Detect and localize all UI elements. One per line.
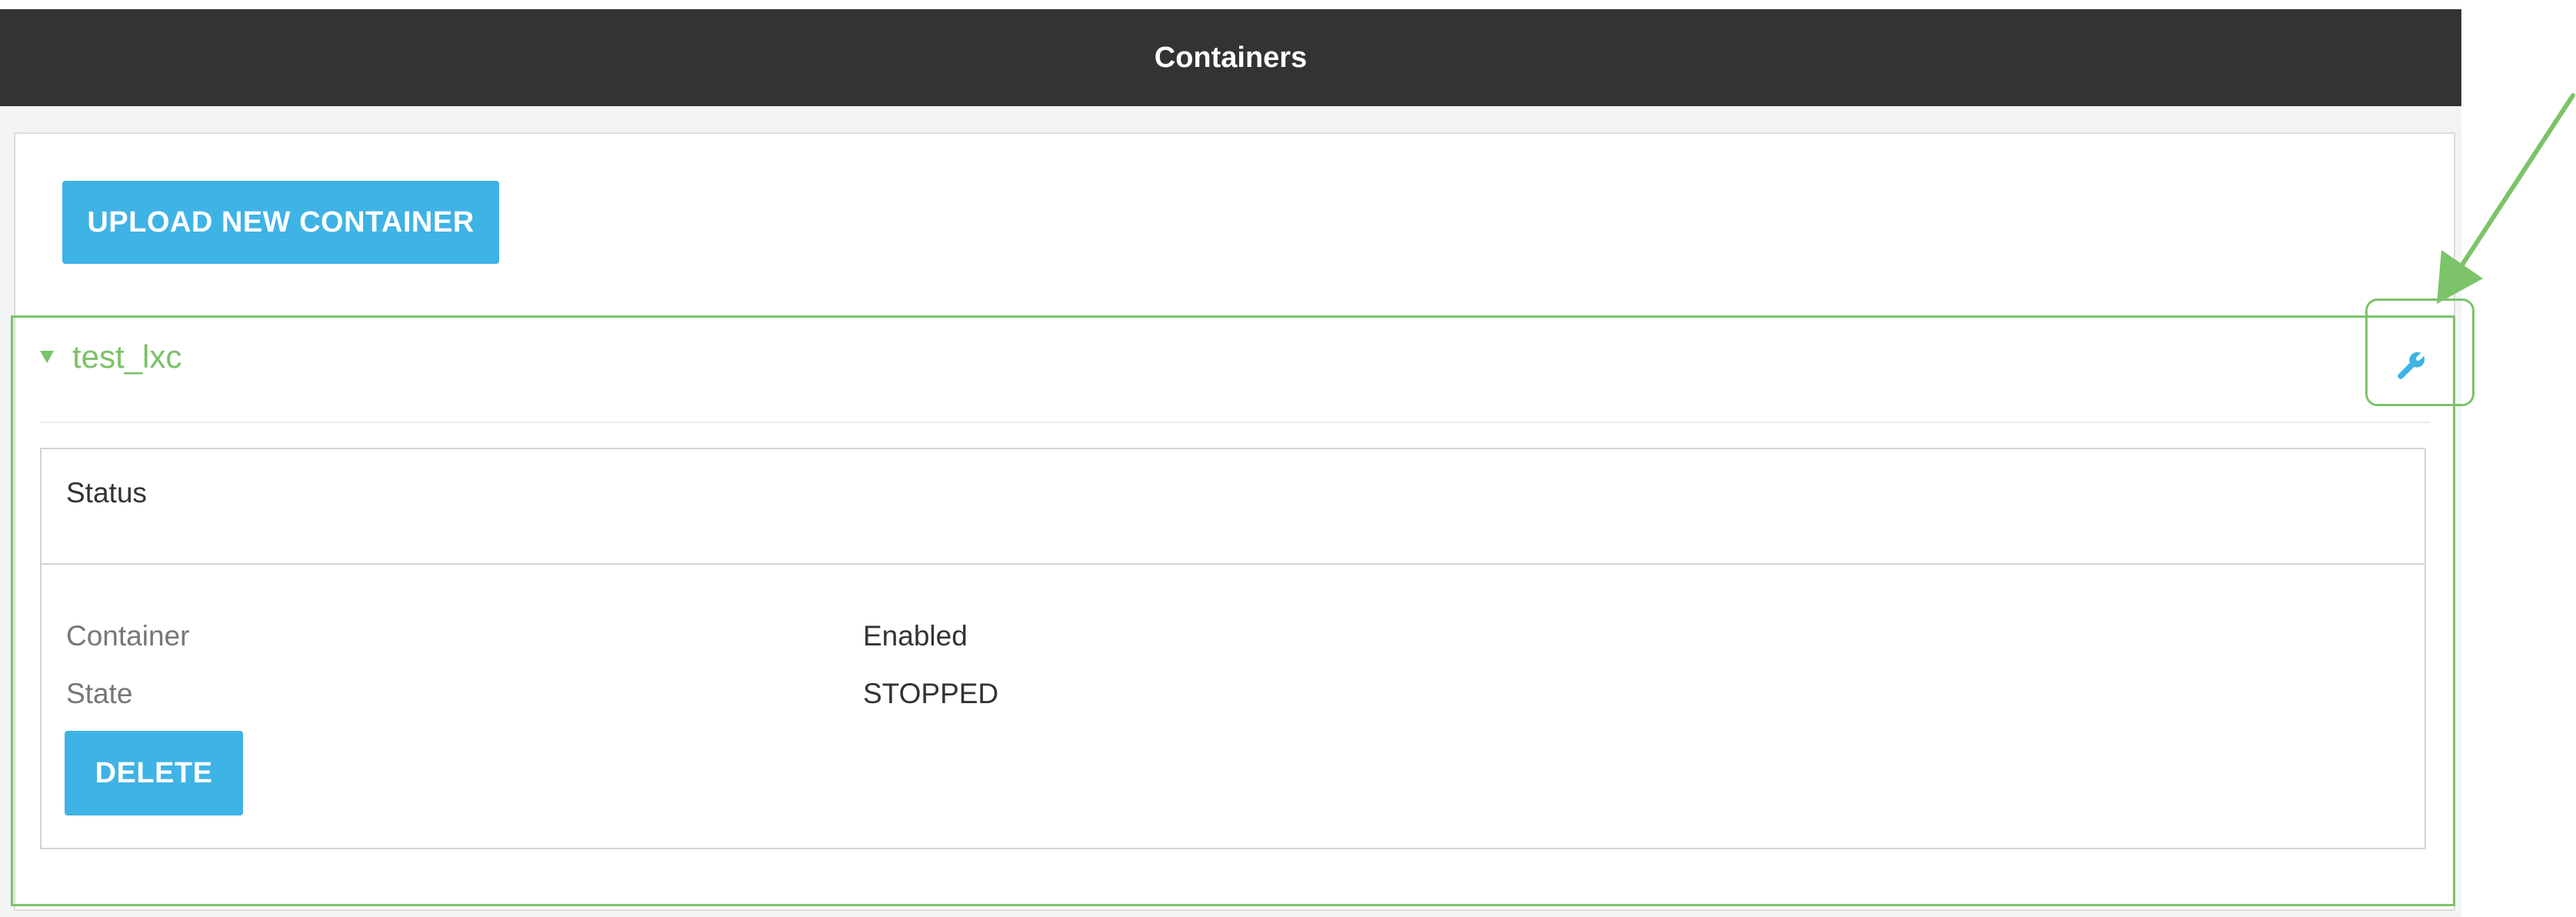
state-label: State (66, 678, 133, 709)
status-divider (40, 563, 2426, 565)
annotation-arrow-icon (2437, 93, 2575, 304)
container-header-toggle[interactable]: test_lxc (40, 338, 182, 375)
container-value: Enabled (863, 620, 968, 652)
container-label: Container (66, 620, 190, 652)
upload-new-container-button[interactable]: UPLOAD NEW CONTAINER (62, 181, 499, 264)
page: Containers UPLOAD NEW CONTAINER test_lxc… (0, 0, 2576, 917)
header-divider (40, 422, 2431, 423)
status-section-title: Status (66, 477, 147, 509)
page-header: Containers (0, 9, 2461, 106)
status-card (40, 448, 2426, 849)
page-title: Containers (1154, 41, 1308, 74)
delete-button-label: DELETE (95, 756, 213, 789)
upload-button-label: UPLOAD NEW CONTAINER (87, 205, 475, 238)
container-name: test_lxc (72, 338, 182, 375)
state-value: STOPPED (863, 678, 999, 709)
delete-button[interactable]: DELETE (65, 731, 243, 815)
caret-down-icon (40, 351, 54, 363)
